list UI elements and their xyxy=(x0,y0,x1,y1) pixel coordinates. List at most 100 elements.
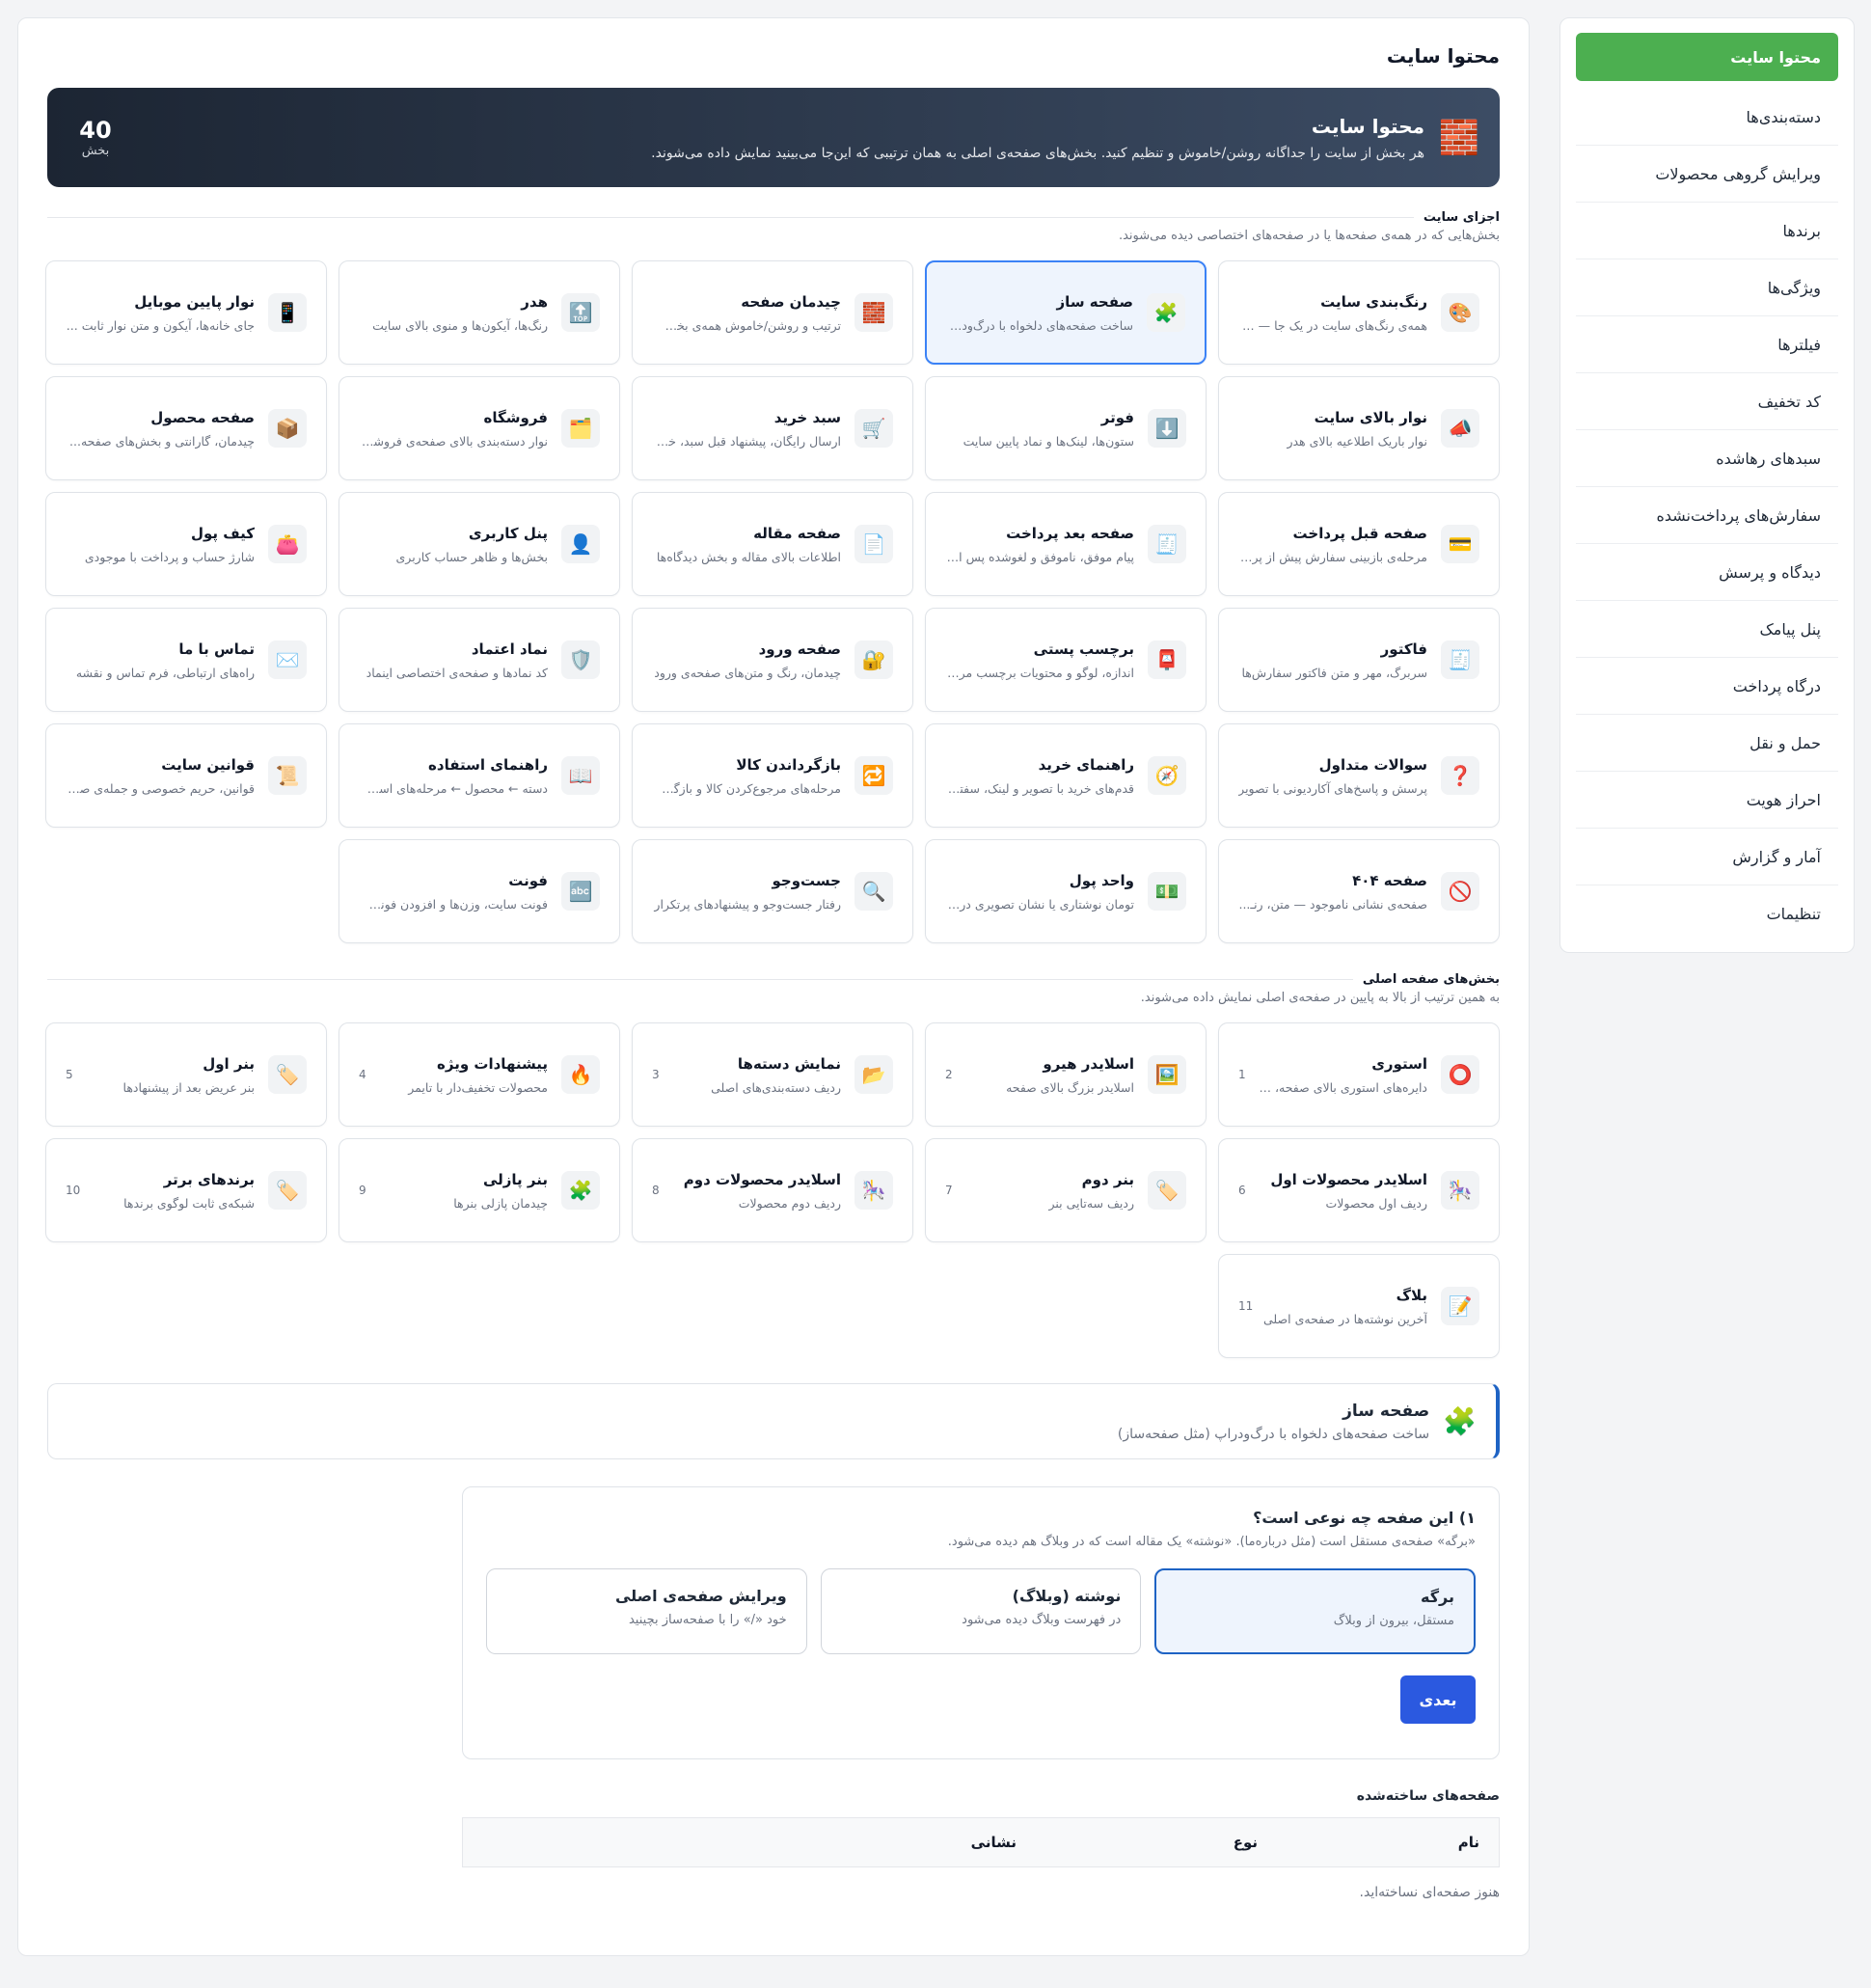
section-card[interactable]: 📖 راهنمای استفاده دسته ← محصول ← مرحله‌های… xyxy=(339,723,620,828)
card-description: چیدمان پازلی بنرها xyxy=(453,1195,548,1211)
section-card[interactable]: 🧭 راهنمای خرید قدم‌های خرید با تصویر و لین… xyxy=(925,723,1207,828)
sidebar-item-abandoned-carts[interactable]: سبدهای رهاشده xyxy=(1576,430,1838,487)
section-card[interactable]: 🔤 فونت فونت سایت، وزن‌ها و افزودن فونت ... xyxy=(339,839,620,943)
card-title: بنر پازلی xyxy=(482,1170,548,1188)
card-icon: 🖼️ xyxy=(1148,1055,1186,1094)
option-description: در فهرست وبلاگ دیده می‌شود xyxy=(962,1613,1122,1627)
card-description: محصولات تخفیف‌دار با تایمر xyxy=(408,1079,548,1095)
section-card[interactable]: 🧱 چیدمان صفحه ترتیب و روشن/خاموش همه‌ی بخش… xyxy=(632,260,913,365)
section-card[interactable]: 🎨 رنگ‌بندی سایت همه‌ی رنگ‌های سایت در یک ج… xyxy=(1218,260,1500,365)
card-title: بنر دوم xyxy=(1081,1170,1134,1188)
section-card[interactable]: 🎠 اسلایدر محصولات اول ردیف اول محصولات 6 xyxy=(1218,1138,1500,1242)
sidebar-item-identity[interactable]: احراز هویت xyxy=(1576,772,1838,829)
sidebar-item-settings[interactable]: تنظیمات xyxy=(1576,885,1838,942)
section-card[interactable]: 🏷️ برندهای برتر شبکه‌ی ثابت لوگوی برندها 10 xyxy=(45,1138,327,1242)
section-card[interactable]: 🖼️ اسلایدر هیرو اسلایدر بزرگ بالای صفحه 2 xyxy=(925,1022,1207,1127)
section-card[interactable]: 🗂️ فروشگاه نوار دسته‌بندی بالای صفحه‌ی فرو… xyxy=(339,376,620,480)
sidebar-item-label: دیدگاه و پرسش xyxy=(1719,562,1821,582)
section-card[interactable]: ✉️ تماس با ما راه‌های ارتباطی، فرم تماس و … xyxy=(45,608,327,712)
sidebar-item-filters[interactable]: فیلترها xyxy=(1576,316,1838,373)
section-card[interactable]: 📣 نوار بالای سایت نوار باریک اطلاعیه بالای… xyxy=(1218,376,1500,480)
section-card[interactable]: 🔍 جست‌وجو رفتار جست‌وجو و پیشنهادهای پرتکر… xyxy=(632,839,913,943)
card-body: نوار پایین موبایل جای خانه‌ها، آیکون و مت… xyxy=(66,293,255,333)
section-card[interactable]: 🧾 صفحه بعد پرداخت پیام موفق، ناموفق و لغوش… xyxy=(925,492,1207,596)
section-card[interactable]: 🔥 پیشنهادات ویژه محصولات تخفیف‌دار با تایم… xyxy=(339,1022,620,1127)
section-card[interactable]: 📱 نوار پایین موبایل جای خانه‌ها، آیکون و م… xyxy=(45,260,327,365)
card-icon: 👤 xyxy=(561,525,600,563)
card-body: قوانین سایت قوانین، حریم خصوصی و جمله‌ی ص… xyxy=(66,756,255,796)
next-button[interactable]: بعدی xyxy=(1400,1675,1476,1724)
section-card[interactable]: ❓ سوالات متداول پرسش و پاسخ‌های آکاردیونی … xyxy=(1218,723,1500,828)
card-icon: 🎠 xyxy=(1441,1171,1479,1210)
sidebar-item-reports[interactable]: آمار و گزارش xyxy=(1576,829,1838,885)
section-card[interactable]: ⬇️ فوتر ستون‌ها، لینک‌ها و نماد پایین سایت xyxy=(925,376,1207,480)
home-sections-grid: ⭕ استوری دایره‌های استوری بالای صفحه، با..… xyxy=(45,1022,1500,1358)
section-card[interactable]: 🏷️ بنر اول بنر عریض بعد از پیشنهادها 5 xyxy=(45,1022,327,1127)
section-card[interactable]: 📜 قوانین سایت قوانین، حریم خصوصی و جمله‌ی … xyxy=(45,723,327,828)
card-title: قوانین سایت xyxy=(161,755,255,774)
sidebar-item-bulk-edit[interactable]: ویرایش گروهی محصولات xyxy=(1576,146,1838,203)
section-card[interactable]: 💵 واحد پول تومان نوشتاری یا نشان تصویری در… xyxy=(925,839,1207,943)
section-card[interactable]: 📝 بلاگ آخرین نوشته‌ها در صفحه‌ی اصلی 11 xyxy=(1218,1254,1500,1358)
card-icon: ❓ xyxy=(1441,756,1479,795)
section-card[interactable]: 🧩 بنر پازلی چیدمان پازلی بنرها 9 xyxy=(339,1138,620,1242)
card-body: واحد پول تومان نوشتاری یا نشان تصویری در … xyxy=(945,872,1134,912)
hero-description: هر بخش از سایت را جداگانه روشن/خاموش و ت… xyxy=(651,145,1424,161)
card-title: صفحه بعد پرداخت xyxy=(1006,524,1134,542)
sidebar-item-unpaid-orders[interactable]: سفارش‌های پرداخت‌نشده xyxy=(1576,487,1838,544)
sidebar-item-brands[interactable]: برندها xyxy=(1576,203,1838,259)
sidebar-item-categories[interactable]: دسته‌بندی‌ها xyxy=(1576,89,1838,146)
section-card[interactable]: 💳 صفحه قبل پرداخت مرحله‌ی بازبینی سفارش پی… xyxy=(1218,492,1500,596)
card-icon: 🧾 xyxy=(1148,525,1186,563)
sidebar-item-coupons[interactable]: کد تخفیف xyxy=(1576,373,1838,430)
main-panel: محتوا سایت 🧱 محتوا سایت هر بخش از سایت ر… xyxy=(17,17,1530,1956)
option-post[interactable]: نوشته (وبلاگ) در فهرست وبلاگ دیده می‌شود xyxy=(820,1568,1142,1654)
hero-text: محتوا سایت هر بخش از سایت را جداگانه روش… xyxy=(124,115,1424,161)
card-icon: 📄 xyxy=(854,525,893,563)
card-title: هدر xyxy=(521,292,548,311)
sidebar-item-attributes[interactable]: ویژگی‌ها xyxy=(1576,259,1838,316)
card-description: بنر عریض بعد از پیشنهادها xyxy=(122,1079,255,1095)
option-edit-home[interactable]: ویرایش صفحه‌ی اصلی خود «/» را با صفحه‌سا… xyxy=(485,1568,807,1654)
card-icon: 🗂️ xyxy=(561,409,600,448)
option-page[interactable]: برگه مستقل، بیرون از وبلاگ xyxy=(1154,1568,1476,1654)
empty-message: هنوز صفحه‌ای نساخته‌اید. xyxy=(1359,1885,1500,1900)
sidebar-item-shipping[interactable]: حمل و نقل xyxy=(1576,715,1838,772)
card-description: همه‌ی رنگ‌های سایت در یک جا — پ... xyxy=(1238,317,1427,333)
card-body: استوری دایره‌های استوری بالای صفحه، با... xyxy=(1258,1055,1427,1095)
section-card[interactable]: 🧾 فاکتور سربرگ، مهر و متن فاکتور سفارش‌ها xyxy=(1218,608,1500,712)
card-body: راهنمای استفاده دسته ← محصول ← مرحله‌های … xyxy=(359,756,548,796)
sidebar-item-site-content[interactable]: محتوا سایت xyxy=(1576,33,1838,81)
card-icon: 💵 xyxy=(1148,872,1186,911)
sidebar-item-label: کد تخفیف xyxy=(1757,392,1821,411)
section-card[interactable]: 🔁 بازگرداندن کالا مرحله‌های مرجوع‌کردن کال… xyxy=(632,723,913,828)
section-count-unit: بخش xyxy=(81,144,110,158)
section-card[interactable]: 📦 صفحه محصول چیدمان، گارانتی و بخش‌های صفح… xyxy=(45,376,327,480)
section-card[interactable]: 📮 برچسب پستی اندازه، لوگو و محتویات برچسب … xyxy=(925,608,1207,712)
card-icon: 🔁 xyxy=(854,756,893,795)
card-body: جست‌وجو رفتار جست‌وجو و پیشنهادهای پرتکرا… xyxy=(652,872,841,912)
card-title: فاکتور xyxy=(1380,640,1427,658)
section-card[interactable]: 🚫 صفحه ۴۰۴ صفحه‌ی نشانی ناموجود — متن، رنـ… xyxy=(1218,839,1500,943)
section-card[interactable]: 🧩 صفحه ساز ساخت صفحه‌های دلخواه با درگ‌ودر… xyxy=(925,260,1207,365)
hero-title: محتوا سایت xyxy=(1311,114,1424,138)
sidebar-item-sms-panel[interactable]: پنل پیامک xyxy=(1576,601,1838,658)
section-card[interactable]: 👤 پنل کاربری بخش‌ها و ظاهر حساب کاربری xyxy=(339,492,620,596)
sidebar-item-payment-gateway[interactable]: درگاه پرداخت xyxy=(1576,658,1838,715)
card-description: ترتیب و روشن/خاموش همه‌ی بخش... xyxy=(652,317,841,333)
card-description: بخش‌ها و ظاهر حساب کاربری xyxy=(395,549,548,564)
section-card[interactable]: 🔝 هدر رنگ‌ها، آیکون‌ها و منوی بالای سایت xyxy=(339,260,620,365)
section-card[interactable]: 🎠 اسلایدر محصولات دوم ردیف دوم محصولات 8 xyxy=(632,1138,913,1242)
section-card[interactable]: 📄 صفحه مقاله اطلاعات بالای مقاله و بخش دید… xyxy=(632,492,913,596)
section-card[interactable]: 🔐 صفحه ورود چیدمان، رنگ و متن‌های صفحه‌ی و… xyxy=(632,608,913,712)
section-card[interactable]: 👛 کیف پول شارژ حساب و پرداخت با موجودی xyxy=(45,492,327,596)
sidebar-item-comments[interactable]: دیدگاه و پرسش xyxy=(1576,544,1838,601)
section-card[interactable]: 🏷️ بنر دوم ردیف سه‌تایی بنر 7 xyxy=(925,1138,1207,1242)
section-card[interactable]: 🛡️ نماد اعتماد کد نمادها و صفحه‌ی اختصاصی … xyxy=(339,608,620,712)
section-card[interactable]: ⭕ استوری دایره‌های استوری بالای صفحه، با..… xyxy=(1218,1022,1500,1127)
section-card[interactable]: 📂 نمایش دسته‌ها ردیف دسته‌بندی‌های اصلی 3 xyxy=(632,1022,913,1127)
created-pages-title: صفحه‌های ساخته‌شده xyxy=(1356,1788,1500,1804)
site-parts-title: اجزای سایت xyxy=(1423,210,1500,225)
card-body: سبد خرید ارسال رایگان، پیشنهاد قبل سبد، خ… xyxy=(652,409,841,449)
section-card[interactable]: 🛒 سبد خرید ارسال رایگان، پیشنهاد قبل سبد، … xyxy=(632,376,913,480)
